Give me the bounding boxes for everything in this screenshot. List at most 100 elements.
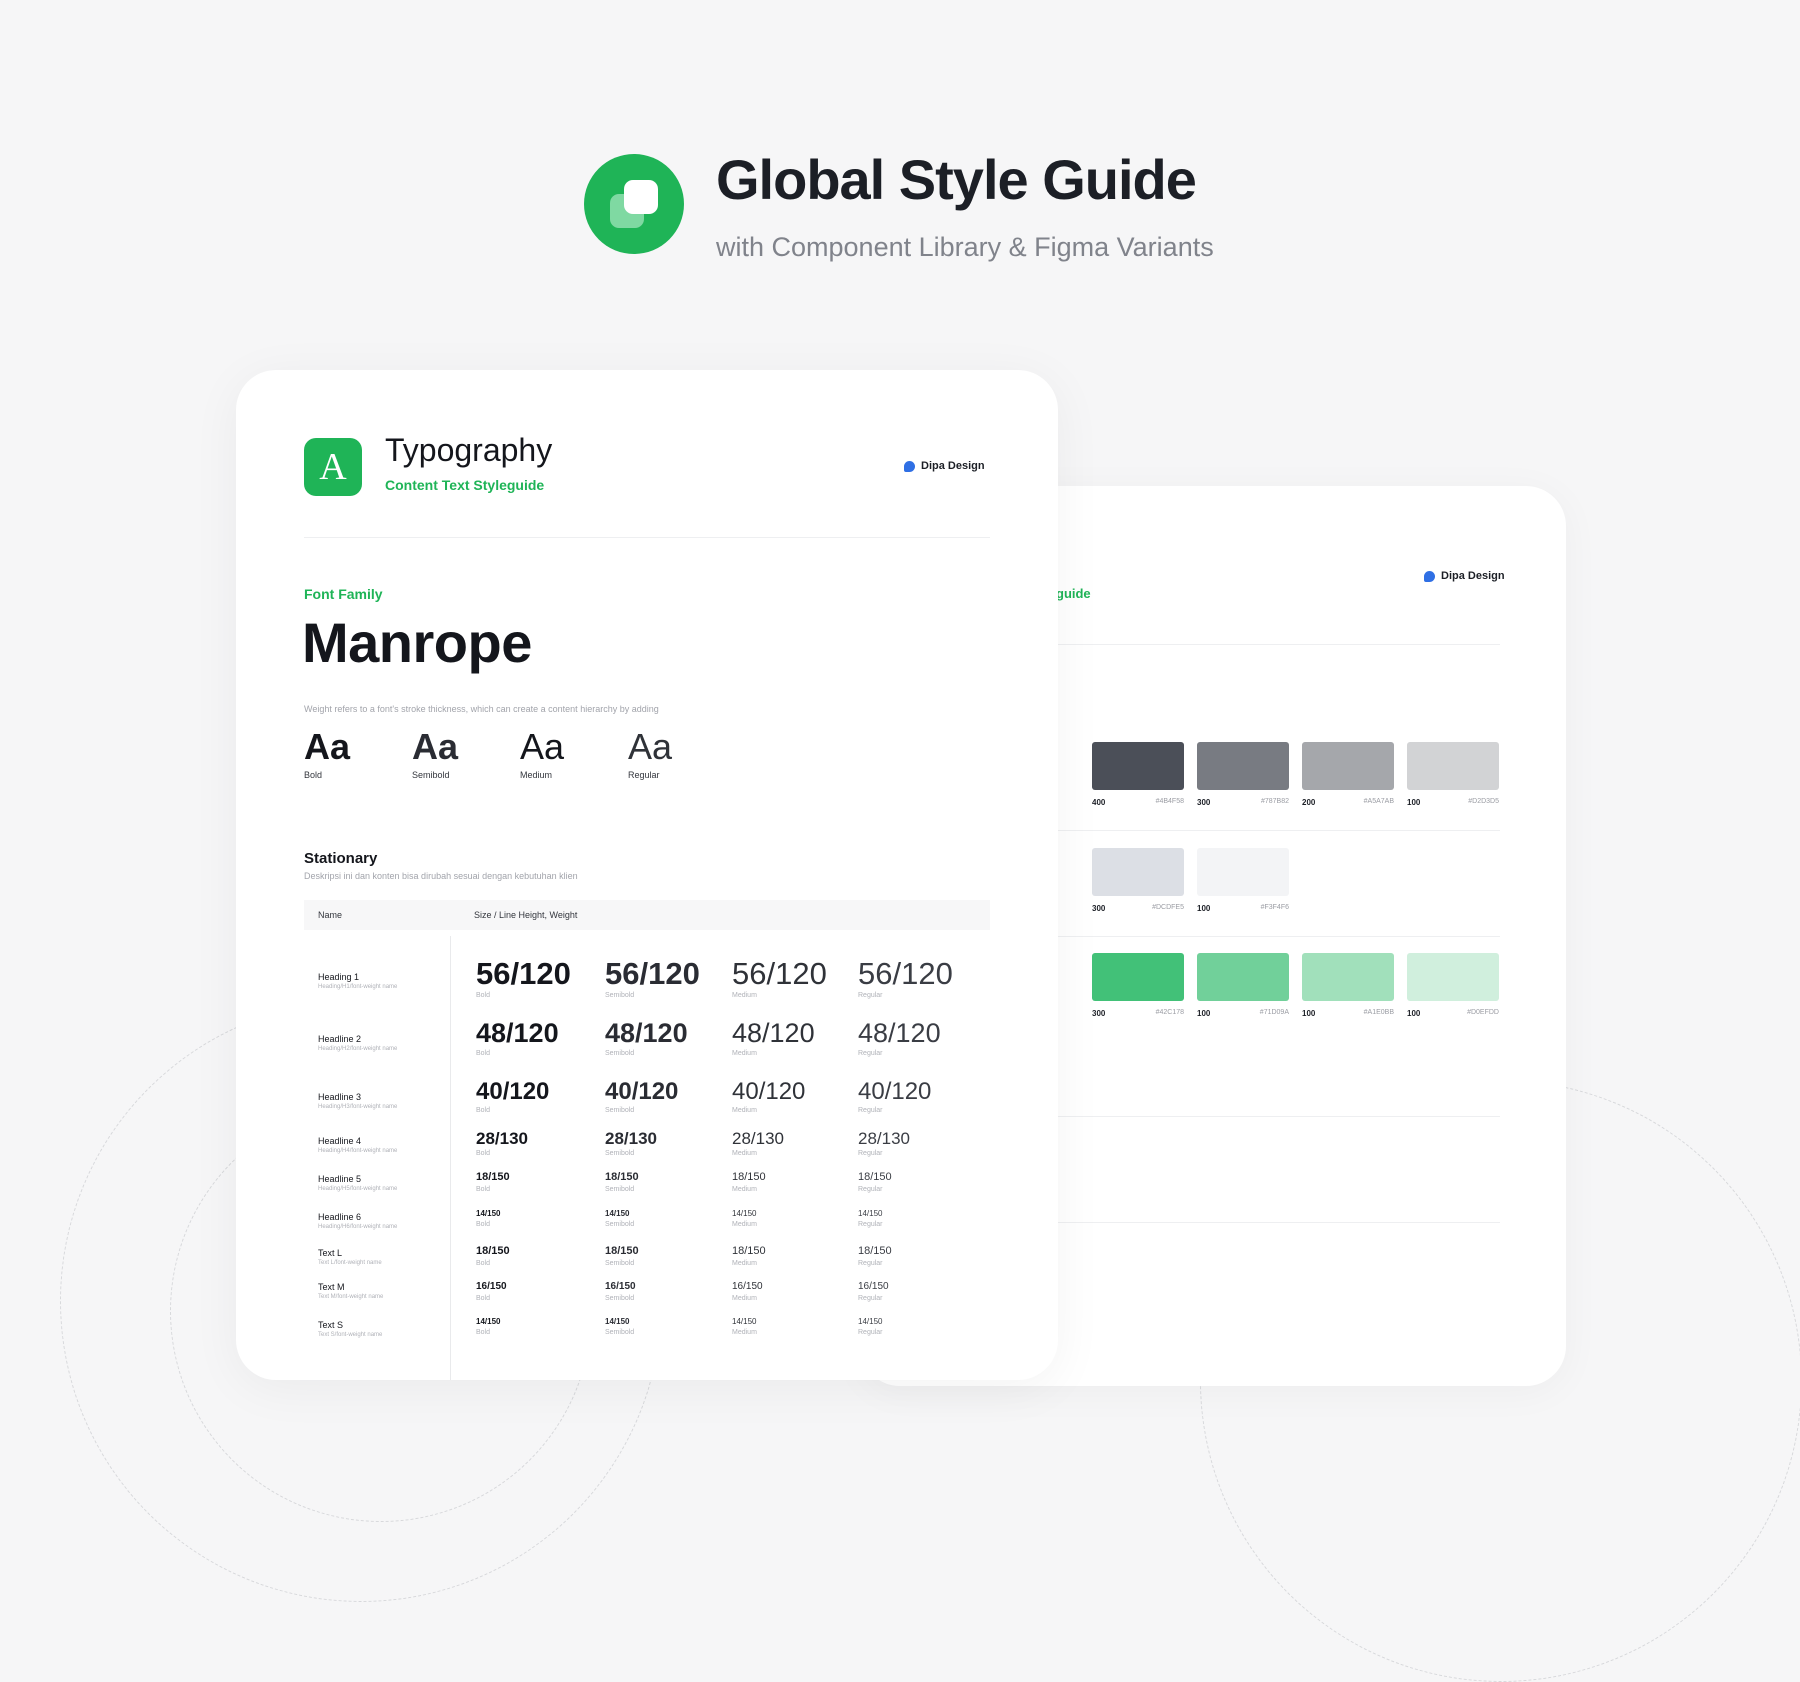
type-sample-weight: Regular: [858, 1295, 883, 1302]
type-sample-weight: Semibold: [605, 1260, 635, 1267]
color-swatch: [1092, 953, 1184, 1001]
type-sample-value: 14/150: [858, 1209, 883, 1218]
type-sample-cell: 14/150 Regular: [858, 1209, 883, 1229]
type-sample-value: 40/120: [732, 1078, 806, 1105]
type-sample-value: 48/120: [732, 1018, 815, 1048]
type-sample-value: 18/150: [476, 1245, 510, 1257]
type-sample-weight: Semibold: [605, 992, 635, 999]
row-style-path: Heading/H1/font-weight name: [318, 984, 398, 990]
divider: [1056, 1116, 1500, 1117]
type-sample-weight: Bold: [476, 1295, 491, 1302]
type-sample-value: 40/120: [605, 1078, 679, 1105]
hero-title: Global Style Guide: [716, 148, 1197, 211]
brand-name: Dipa Design: [1441, 570, 1505, 582]
font-family-label: Font Family: [304, 586, 383, 602]
type-sample-value: 40/120: [858, 1078, 932, 1105]
row-style-path: Heading/H2/font-weight name: [318, 1046, 398, 1052]
type-sample-value: 16/150: [858, 1281, 889, 1292]
row-name: Heading 1 Heading/H1/font-weight name: [318, 972, 397, 990]
weight-sample: Aa Bold: [304, 726, 412, 780]
type-sample-weight: Medium: [732, 1107, 757, 1114]
type-sample-cell: 14/150 Semibold: [605, 1318, 634, 1337]
type-sample-cell: 56/120 Regular: [858, 958, 953, 999]
type-sample-cell: 18/150 Medium: [732, 1245, 766, 1268]
type-sample-cell: 40/120 Regular: [858, 1078, 932, 1115]
type-sample-cell: 14/150 Bold: [476, 1210, 500, 1229]
row-name: Headline 3 Heading/H3/font-weight name: [318, 1092, 397, 1110]
type-sample-weight: Regular: [858, 1260, 883, 1267]
weight-description: Weight refers to a font's stroke thickne…: [304, 704, 659, 714]
type-sample-cell: 48/120 Regular: [858, 1020, 941, 1058]
brand-badge: Dipa Design: [1424, 570, 1505, 582]
type-sample-value: 18/150: [605, 1171, 639, 1183]
type-sample-cell: 40/120 Medium: [732, 1078, 806, 1115]
column-header-name: Name: [318, 910, 343, 920]
type-sample-weight: Semibold: [605, 1150, 635, 1157]
type-sample-value: 18/150: [858, 1171, 892, 1183]
color-swatch: [1092, 848, 1184, 896]
type-sample-value: 40/120: [476, 1078, 550, 1105]
type-sample-cell: 56/120 Medium: [732, 958, 827, 999]
swatch-hex-label: #71D09A: [1259, 1009, 1289, 1016]
type-sample-weight: Regular: [858, 1107, 883, 1114]
row-name: Headline 6 Heading/H6/font-weight name: [318, 1212, 397, 1230]
type-sample-cell: 28/130 Medium: [732, 1130, 784, 1157]
type-sample-value: 14/150: [732, 1209, 757, 1218]
type-sample-weight: Medium: [732, 1186, 757, 1193]
font-family-name: Manrope: [302, 611, 532, 674]
color-swatch: [1302, 953, 1394, 1001]
row-name-label: Text S: [318, 1320, 344, 1330]
type-sample-weight: Regular: [858, 1186, 883, 1193]
swatch-hex-label: #DCDFE5: [1152, 904, 1184, 911]
brand-name: Dipa Design: [921, 460, 985, 472]
type-sample-cell: 18/150 Semibold: [605, 1246, 639, 1268]
row-name-label: Headline 2: [318, 1034, 362, 1044]
brand-badge: Dipa Design: [904, 460, 985, 472]
color-swatch: [1407, 742, 1499, 790]
row-style-path: Text S/font-weight name: [318, 1332, 383, 1338]
type-sample-cell: 14/150 Medium: [732, 1317, 757, 1337]
row-name-label: Text L: [318, 1248, 343, 1258]
swatch-hex-label: #42C178: [1155, 1009, 1184, 1016]
type-sample-cell: 16/150 Regular: [858, 1281, 889, 1303]
swatch-hex-label: #D2D3D5: [1468, 798, 1499, 805]
type-sample-weight: Medium: [732, 1221, 757, 1228]
type-sample-value: 28/130: [732, 1129, 784, 1148]
color-swatch: [1092, 742, 1184, 790]
type-sample-cell: 48/120 Semibold: [605, 1018, 688, 1058]
type-sample-value: 28/130: [476, 1129, 528, 1148]
divider: [1056, 830, 1500, 831]
brand-logo-icon: [1424, 570, 1435, 582]
stationary-title: Stationary: [304, 850, 378, 867]
type-sample-cell: 18/150 Medium: [732, 1172, 766, 1194]
swatch-hex-label: #D0EFDD: [1467, 1009, 1499, 1016]
divider: [304, 537, 990, 538]
type-sample-cell: 18/150 Semibold: [605, 1171, 639, 1194]
type-sample-weight: Bold: [476, 1221, 491, 1228]
table-column-divider: [450, 936, 451, 1380]
type-sample-weight: Medium: [732, 1150, 757, 1157]
row-name: Text L Text L/font-weight name: [318, 1248, 382, 1266]
type-sample-value: 14/150: [605, 1209, 630, 1218]
type-sample-cell: 16/150 Medium: [732, 1282, 763, 1303]
type-sample-value: 14/150: [858, 1317, 883, 1326]
type-sample-cell: 18/150 Regular: [858, 1246, 892, 1268]
row-name-label: Text M: [318, 1282, 345, 1292]
hero-subtitle: with Component Library & Figma Variants: [716, 232, 1214, 262]
type-sample-value: 56/120: [732, 956, 827, 991]
type-sample-value: 14/150: [732, 1317, 757, 1326]
brand-logo-icon: [904, 460, 915, 472]
row-style-path: Heading/H3/font-weight name: [318, 1104, 398, 1110]
divider: [1056, 644, 1500, 645]
type-sample-cell: 18/150 Bold: [476, 1245, 510, 1268]
type-sample-weight: Regular: [858, 1050, 883, 1057]
type-sample-value: 56/120: [605, 956, 700, 991]
type-sample-cell: 16/150 Semibold: [605, 1282, 636, 1303]
type-sample-cell: 14/150 Semibold: [605, 1209, 634, 1229]
weight-sample-glyph: Aa: [628, 726, 673, 767]
type-sample-value: 48/120: [605, 1018, 688, 1048]
type-sample-weight: Regular: [858, 992, 883, 999]
swatch-hex-label: #A1E0BB: [1363, 1009, 1394, 1016]
type-sample-cell: 48/120 Bold: [476, 1020, 559, 1058]
type-sample-value: 18/150: [732, 1245, 766, 1257]
